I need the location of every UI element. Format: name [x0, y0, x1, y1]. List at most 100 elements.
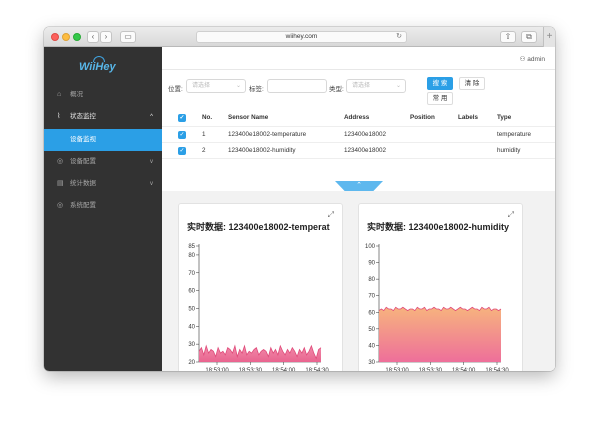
row-checkbox[interactable]: ✓	[178, 131, 186, 139]
user-menu[interactable]: ⚇ admin	[520, 55, 545, 63]
common-filters-button[interactable]: 常 用	[427, 92, 453, 105]
y-tick-label: 30	[368, 360, 375, 366]
column-header-type: Type	[497, 114, 512, 121]
zoom-window-button[interactable]	[73, 33, 81, 41]
home-icon: ⌂	[57, 91, 62, 98]
chart-title: 实时数据: 123400e18002-humidity	[367, 222, 510, 232]
cell-address: 123400e18002	[344, 147, 387, 154]
x-tick-label: 18:53:00	[385, 368, 409, 371]
y-tick-label: 20	[188, 360, 195, 366]
filter-bar: 位置: 请选择 ⌄ 标签: 类型: 请选择 ⌄ 搜 索 清 除 常 用	[162, 70, 555, 110]
type-select[interactable]: 请选择 ⌄	[346, 79, 406, 93]
x-tick-label: 18:53:30	[239, 368, 263, 371]
y-tick-label: 50	[368, 327, 375, 333]
y-tick-label: 60	[368, 310, 375, 316]
y-tick-label: 60	[188, 289, 195, 295]
y-tick-label: 100	[365, 244, 376, 250]
type-label: 类型:	[329, 86, 344, 93]
y-tick-label: 90	[368, 261, 375, 267]
cell-no: 2	[202, 147, 206, 154]
x-tick-label: 18:54:30	[485, 368, 509, 371]
y-tick-label: 40	[188, 324, 195, 330]
table-row[interactable]: ✓ 1 123400e18002-temperature 123400e1800…	[162, 127, 555, 143]
y-tick-label: 30	[188, 342, 195, 348]
y-tick-label: 40	[368, 343, 375, 349]
close-window-button[interactable]	[51, 33, 59, 41]
sidebar-item-label: 统计数据	[70, 180, 96, 187]
reload-icon[interactable]: ↻	[396, 32, 402, 42]
y-tick-label: 80	[368, 277, 375, 283]
cell-address: 123400e18002	[344, 131, 387, 138]
temperature-chart: 20 30 40 50 60 70 80 85 18:53:00 18:53:30 18:54:00…	[188, 244, 329, 371]
temperature-chart-card: ⤢ 实时数据: 123400e18002-temperat 20 30 40 50 60…	[178, 203, 343, 371]
sidebar-item-device-monitor[interactable]: 设备监视	[44, 129, 162, 151]
sidebar-item-device-config[interactable]: ◎ 设备配置 v	[44, 151, 162, 173]
sidebar-item-label: 概况	[70, 91, 83, 98]
cell-type: humidity	[497, 147, 521, 154]
chevron-up-icon: ⌃	[335, 181, 383, 191]
tag-input[interactable]	[267, 79, 327, 93]
column-header-address: Address	[344, 114, 370, 121]
y-tick-label: 50	[188, 306, 195, 312]
chevron-down-icon: ⌄	[395, 83, 401, 89]
sidebar-item-label: 状态监控	[70, 113, 96, 120]
forward-icon[interactable]: ›	[100, 31, 112, 43]
row-checkbox[interactable]: ✓	[178, 147, 186, 155]
column-header-no: No.	[202, 114, 213, 121]
cell-type: temperature	[497, 131, 531, 138]
series-area	[379, 307, 501, 362]
user-bar: ⚇ admin	[162, 47, 555, 70]
select-all-checkbox[interactable]: ✓	[178, 114, 186, 122]
sidebar-toggle-icon[interactable]: ▭	[120, 31, 136, 43]
sidebar-item-system-config[interactable]: ◎ 系统配置	[44, 195, 162, 217]
x-tick-label: 18:53:00	[205, 368, 229, 371]
minimize-window-button[interactable]	[62, 33, 70, 41]
humidity-chart: 30 40 50 60 70 80 90 100 18:53:00 18:53:30 18:54:0…	[365, 244, 509, 371]
sidebar-item-statistics[interactable]: ▤ 统计数据 v	[44, 173, 162, 195]
tag-label: 标签:	[249, 86, 264, 93]
x-tick-label: 18:53:30	[419, 368, 443, 371]
tabs-overview-icon[interactable]: ⧉	[521, 31, 537, 43]
x-tick-label: 18:54:00	[272, 368, 296, 371]
settings-icon: ◎	[57, 202, 64, 209]
column-header-sensor-name: Sensor Name	[228, 114, 269, 121]
main-content: ⚇ admin 位置: 请选择 ⌄ 标签: 类型: 请选择 ⌄ 搜 索 清 除 …	[162, 47, 555, 371]
y-tick-label: 70	[368, 294, 375, 300]
share-icon[interactable]: ⇧	[500, 31, 516, 43]
y-tick-label: 85	[188, 244, 195, 250]
settings-icon: ◎	[57, 158, 64, 165]
table-row[interactable]: ✓ 2 123400e18002-humidity 123400e18002 h…	[162, 143, 555, 159]
chart-area: ⤢ 实时数据: 123400e18002-temperat 20 30 40 50 60…	[162, 191, 555, 371]
collapse-table-toggle[interactable]: ⌃	[335, 181, 383, 191]
address-bar[interactable]: wiihey.com ↻	[196, 31, 407, 43]
column-header-position: Position	[410, 114, 435, 121]
location-select[interactable]: 请选择 ⌄	[186, 79, 246, 93]
browser-window: ‹ › ▭ wiihey.com ↻ ⇧ ⧉ + WiiHey ⌂ 概况 ⌇ 状…	[44, 27, 555, 371]
clear-button[interactable]: 清 除	[459, 77, 485, 90]
x-tick-label: 18:54:30	[305, 368, 329, 371]
y-tick-label: 80	[188, 253, 195, 259]
y-tick-label: 70	[188, 271, 195, 277]
expand-icon[interactable]: ⤢	[328, 210, 334, 220]
chevron-up-icon: ^	[150, 114, 153, 120]
sidebar-item-status-monitoring[interactable]: ⌇ 状态监控 ^	[44, 106, 162, 128]
series-area	[199, 345, 321, 362]
address-bar-text: wiihey.com	[285, 33, 318, 40]
document-icon: ▤	[57, 180, 64, 187]
sidebar-item-overview[interactable]: ⌂ 概况	[44, 84, 162, 106]
expand-icon[interactable]: ⤢	[508, 210, 514, 220]
sidebar-item-label: 系统配置	[70, 202, 96, 209]
chevron-down-icon: v	[150, 181, 153, 187]
column-header-labels: Labels	[458, 114, 478, 121]
new-tab-button[interactable]: +	[543, 27, 555, 47]
cell-sensor-name: 123400e18002-humidity	[228, 147, 296, 154]
back-icon[interactable]: ‹	[87, 31, 99, 43]
logo-text: WiiHey	[79, 61, 116, 73]
cell-no: 1	[202, 131, 206, 138]
search-button[interactable]: 搜 索	[427, 77, 453, 90]
sidebar-item-label: 设备监视	[70, 136, 96, 143]
sidebar-item-label: 设备配置	[70, 158, 96, 165]
chart-title: 实时数据: 123400e18002-temperat	[187, 222, 330, 232]
sidebar: WiiHey ⌂ 概况 ⌇ 状态监控 ^ 设备监视 ◎ 设备配置 v ▤ 统计数…	[44, 47, 162, 371]
humidity-chart-card: ⤢ 实时数据: 123400e18002-humidity 30 40 50 60 70…	[358, 203, 523, 371]
